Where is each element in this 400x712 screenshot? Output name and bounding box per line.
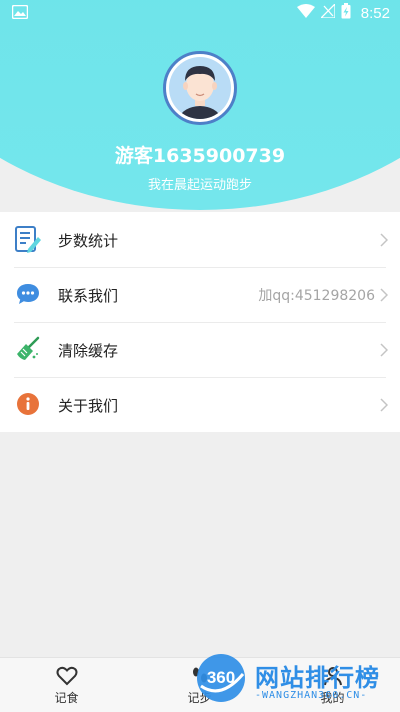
tab-label: 记食 (54, 691, 79, 705)
image-notification-icon (11, 4, 29, 23)
watermark-title: 网站排行榜 (255, 664, 380, 692)
profile-header: 8:52 游客1635900739 我在晨起运动跑步 (0, 0, 400, 212)
heart-icon (56, 666, 78, 686)
profile-motto: 我在晨起运动跑步 (147, 178, 252, 193)
username: 游客1635900739 (114, 145, 286, 167)
settings-menu: 步数统计 联系我们 加qq:451298206 清除缓存 关于我们 (0, 212, 400, 432)
document-edit-icon (14, 225, 42, 253)
menu-item-label: 步数统计 (58, 232, 119, 250)
info-icon (14, 390, 42, 418)
menu-item-label: 联系我们 (58, 287, 119, 305)
broom-icon (14, 335, 42, 363)
chevron-right-icon (380, 342, 389, 357)
watermark-logo: 360 (195, 652, 247, 704)
menu-item-clear-cache[interactable]: 清除缓存 (0, 322, 400, 377)
chevron-right-icon (380, 232, 389, 247)
tab-record-food[interactable]: 记食 (0, 658, 133, 712)
menu-item-label: 清除缓存 (58, 342, 119, 360)
watermark-logo-text: 360 (207, 668, 235, 687)
wifi-icon (296, 4, 315, 22)
avatar[interactable] (163, 51, 237, 125)
watermark: 360 网站排行榜 -WANGZHAN360.CN- (195, 652, 400, 711)
menu-item-label: 关于我们 (58, 397, 119, 415)
watermark-subtitle: -WANGZHAN360.CN- (255, 690, 368, 701)
status-time: 8:52 (360, 4, 390, 22)
contact-qq-value: 加qq:451298206 (258, 288, 375, 304)
signal-icon (319, 2, 336, 22)
menu-item-about-us[interactable]: 关于我们 (0, 377, 400, 432)
status-bar: 8:52 (0, 0, 400, 26)
battery-charging-icon (341, 3, 351, 23)
chevron-right-icon (380, 397, 389, 412)
chat-bubble-icon (14, 280, 42, 308)
chevron-right-icon (380, 287, 389, 302)
menu-item-step-stats[interactable]: 步数统计 (0, 212, 400, 267)
menu-item-contact-us[interactable]: 联系我们 加qq:451298206 (0, 267, 400, 322)
